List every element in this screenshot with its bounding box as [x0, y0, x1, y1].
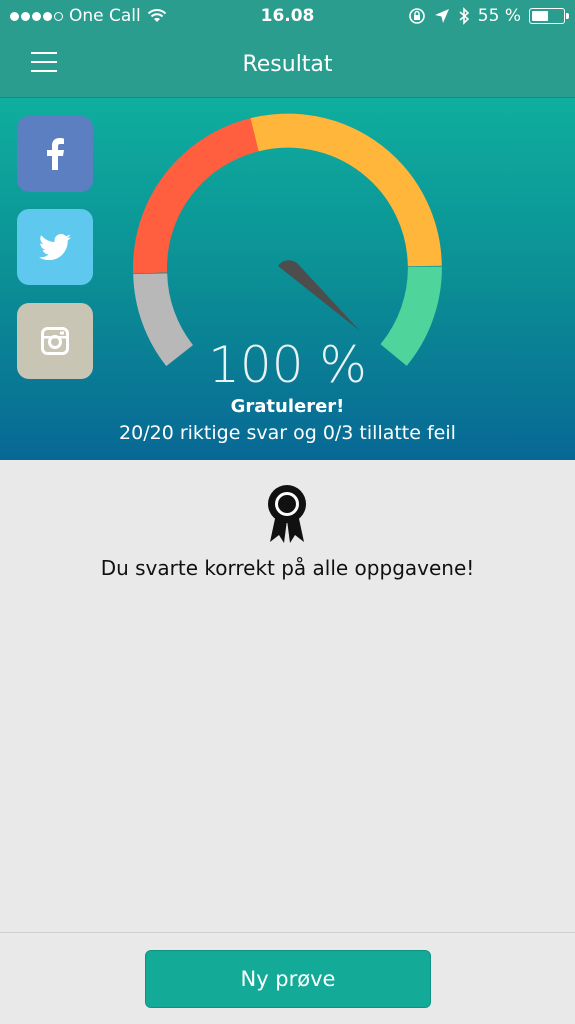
result-summary: 20/20 riktige svar og 0/3 tillatte feil [119, 422, 456, 444]
battery-icon [529, 8, 569, 24]
page-title: Resultat [242, 52, 333, 77]
gauge-segment-red [133, 118, 260, 274]
rotation-lock-icon [408, 8, 425, 24]
nav-bar: Resultat [0, 34, 575, 98]
result-hero: 100 % Gratulerer! 20/20 riktige svar og … [0, 98, 575, 460]
battery-percent: 55 % [477, 6, 521, 26]
result-message: Du svarte korrekt på alle oppgavene! [100, 556, 475, 580]
award-ribbon-icon [268, 485, 306, 543]
bluetooth-icon [459, 7, 469, 25]
result-details: Du svarte korrekt på alle oppgavene! [0, 460, 575, 932]
gauge-needle [278, 260, 360, 331]
footer-bar: Ny prøve [0, 932, 575, 1024]
result-headline: Gratulerer! [230, 396, 345, 417]
status-icons: 55 % [408, 6, 569, 26]
gauge-segment-orange [250, 113, 442, 267]
location-arrow-icon [434, 9, 449, 23]
status-bar: One Call 16.08 55 % [0, 0, 575, 34]
facebook-icon [47, 138, 64, 170]
facebook-share-button[interactable] [17, 116, 93, 192]
score-percent: 100 % [208, 336, 367, 394]
twitter-icon [39, 234, 71, 260]
twitter-share-button[interactable] [17, 209, 93, 285]
new-attempt-button[interactable]: Ny prøve [145, 950, 431, 1008]
